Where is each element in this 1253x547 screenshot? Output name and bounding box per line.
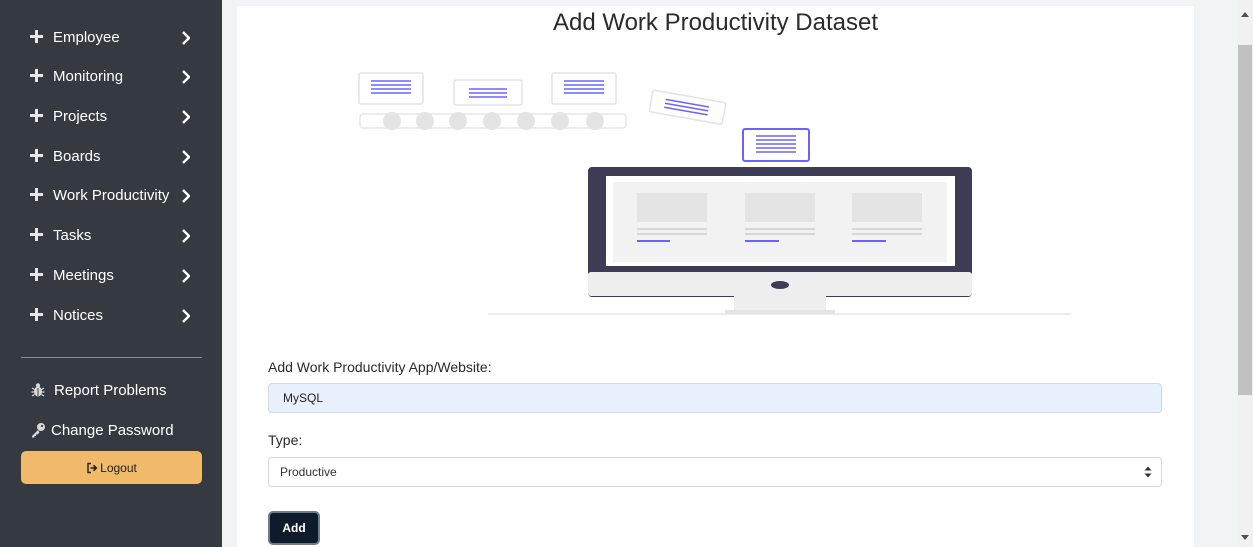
report-problems-label: Report Problems [54,381,167,399]
chevron-right-icon [182,309,190,323]
scroll-thumb[interactable] [1238,45,1252,395]
plus-icon [30,69,43,82]
sidebar-item-label: Work Productivity [53,187,170,204]
plus-icon [30,109,43,122]
sign-out-icon [87,462,98,473]
report-problems-link[interactable]: Report Problems [30,378,167,402]
chevron-right-icon [182,110,190,124]
chevron-right-icon [182,150,190,164]
sidebar-item-work-productivity[interactable]: Work Productivity [0,178,222,214]
sidebar-item-projects[interactable]: Projects [0,99,222,135]
plus-icon [30,188,43,201]
chevron-right-icon [182,229,190,243]
add-button[interactable]: Add [268,511,320,545]
sidebar-item-label: Meetings [53,267,114,284]
app-website-value: MySQL [283,391,324,405]
type-label: Type: [268,432,303,448]
chevron-right-icon [182,189,190,203]
sidebar-item-label: Projects [53,108,108,125]
chevron-right-icon [182,70,190,84]
sidebar-item-label: Tasks [53,227,92,244]
plus-icon [30,268,43,281]
plus-icon [30,149,43,162]
sort-arrows-icon [1144,466,1152,478]
key-icon [32,423,45,438]
sidebar-item-notices[interactable]: Notices [0,298,222,334]
sidebar-item-meetings[interactable]: Meetings [0,258,222,294]
chevron-right-icon [182,31,190,45]
sidebar-item-label: Employee [53,29,120,46]
plus-icon [30,30,43,43]
main-card: Add Work Productivity Dataset Add Work P… [237,6,1194,547]
sidebar-divider [21,357,202,358]
sidebar-item-monitoring[interactable]: Monitoring [0,59,222,95]
logout-label: Logout [100,460,137,475]
plus-icon [30,308,43,321]
sidebar-item-label: Boards [53,148,101,165]
plus-icon [30,228,43,241]
computer-illustration [358,72,1071,315]
sidebar-item-employee[interactable]: Employee [0,20,222,56]
app-website-label: Add Work Productivity App/Website: [268,359,492,375]
chevron-right-icon [182,269,190,283]
page-scrollbar[interactable] [1237,0,1253,547]
change-password-label: Change Password [51,421,174,439]
sidebar-item-label: Monitoring [53,68,124,85]
sidebar-item-label: Notices [53,307,104,324]
type-selected-value: Productive [280,465,337,479]
sidebar-item-tasks[interactable]: Tasks [0,218,222,254]
scroll-up-arrow-icon[interactable] [1241,12,1249,17]
sidebar-item-boards[interactable]: Boards [0,139,222,175]
change-password-link[interactable]: Change Password [30,418,174,442]
bug-icon [31,383,45,397]
page-title: Add Work Productivity Dataset [552,9,879,36]
scroll-down-arrow-icon[interactable] [1241,535,1249,540]
sidebar: Employee Monitoring Projects Boards Work… [0,0,222,547]
app-website-input[interactable]: MySQL [268,383,1162,413]
logout-button[interactable]: Logout [21,451,202,484]
type-select[interactable]: Productive [268,457,1162,487]
